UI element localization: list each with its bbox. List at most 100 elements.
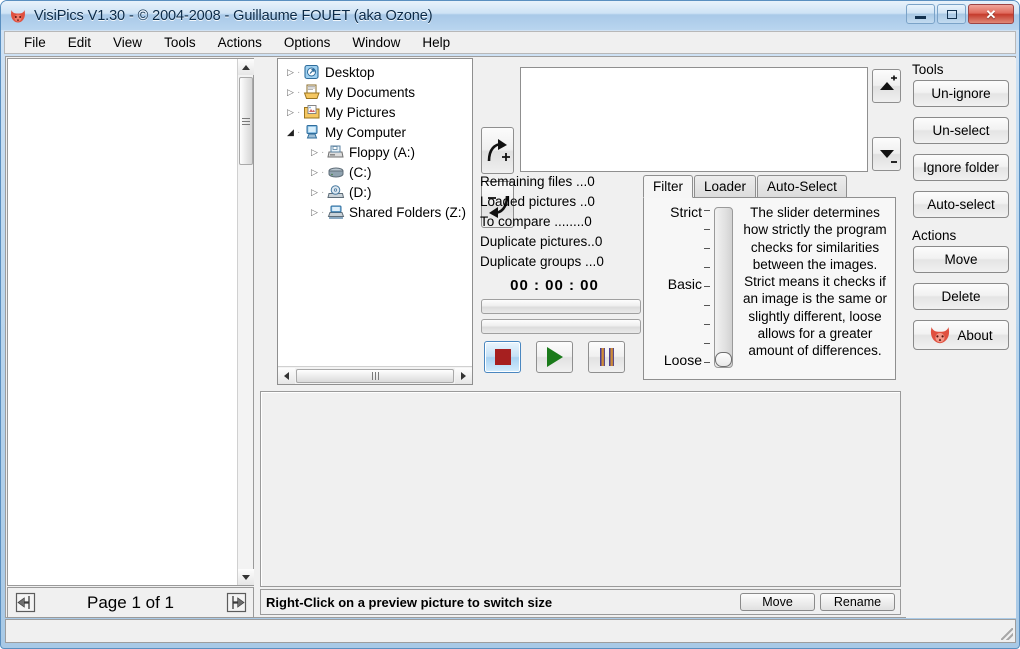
move-button[interactable]: Move [913, 246, 1009, 273]
stop-button[interactable] [484, 341, 521, 373]
tools-sidebar: Tools Un-ignore Un-select Ignore folder … [906, 58, 1016, 618]
tree-node-label: Desktop [325, 64, 375, 80]
counter-label: Remaining files ... [480, 174, 588, 189]
tree-node-label: (C:) [349, 164, 372, 180]
tree-node-label: My Computer [325, 124, 407, 140]
move-up-button[interactable] [872, 69, 901, 103]
close-button[interactable]: ✕ [968, 4, 1014, 24]
expander-collapsed-icon[interactable]: ▷ [308, 147, 321, 158]
play-icon [546, 347, 563, 367]
tab-filter[interactable]: Filter [643, 175, 693, 198]
resize-grip[interactable] [1001, 628, 1013, 640]
menu-item-actions[interactable]: Actions [207, 33, 273, 52]
preview-area[interactable] [260, 391, 901, 587]
expander-collapsed-icon[interactable]: ▷ [284, 67, 297, 78]
expander-collapsed-icon[interactable]: ▷ [284, 87, 297, 98]
ignore-folder-button[interactable]: Ignore folder [913, 154, 1009, 181]
tree-node-my-pictures[interactable]: ▷ · My Pictures [282, 102, 472, 122]
tree-node-drive-d[interactable]: ▷ · (D:) [282, 182, 472, 202]
results-scrollbar[interactable] [237, 59, 254, 585]
previous-page-icon[interactable] [14, 592, 36, 614]
folder-tree-horizontal-scrollbar[interactable] [278, 366, 472, 384]
pictures-icon [303, 104, 321, 120]
expander-collapsed-icon[interactable]: ▷ [284, 107, 297, 118]
about-button[interactable]: About [913, 320, 1009, 350]
status-move-button[interactable]: Move [740, 593, 815, 611]
menu-item-options[interactable]: Options [273, 33, 342, 52]
hard-drive-icon [327, 164, 345, 180]
folder-tree-panel: ▷ · Desktop ▷ · My Documents ▷ · My Pict… [277, 58, 473, 385]
menu-item-help[interactable]: Help [411, 33, 461, 52]
tree-node-label: My Documents [325, 84, 416, 100]
scroll-thumb[interactable] [239, 77, 253, 165]
play-button[interactable] [536, 341, 573, 373]
menu-item-file[interactable]: File [13, 33, 57, 52]
floppy-drive-icon [327, 144, 345, 160]
maximize-button[interactable] [937, 4, 966, 24]
counter-duplicate-pictures: Duplicate pictures..0 [480, 234, 635, 254]
tree-node-desktop[interactable]: ▷ · Desktop [282, 62, 472, 82]
expander-expanded-icon[interactable]: ◢ [284, 127, 297, 138]
tree-node-my-documents[interactable]: ▷ · My Documents [282, 82, 472, 102]
move-down-button[interactable] [872, 137, 901, 171]
tab-loader[interactable]: Loader [694, 175, 757, 198]
actions-group-label: Actions [912, 228, 957, 243]
expander-collapsed-icon[interactable]: ▷ [308, 167, 321, 178]
tree-node-my-computer[interactable]: ◢ · My Computer [282, 122, 472, 142]
counter-label: Duplicate groups ... [480, 254, 597, 269]
minimize-icon [915, 15, 926, 19]
counter-value: 0 [587, 194, 595, 209]
window-bottom-strip [5, 619, 1016, 643]
tab-strip: Filter Loader Auto-Select [643, 175, 848, 198]
expander-collapsed-icon[interactable]: ▷ [308, 207, 321, 218]
scroll-up-button[interactable] [238, 59, 254, 75]
counter-remaining-files: Remaining files ...0 [480, 174, 635, 194]
counter-value: 0 [587, 174, 595, 189]
menu-item-window[interactable]: Window [341, 33, 411, 52]
scroll-thumb[interactable] [296, 368, 454, 383]
tab-auto-select[interactable]: Auto-Select [757, 175, 847, 198]
counter-label: To compare ........ [480, 214, 585, 229]
counter-label: Duplicate pictures.. [480, 234, 595, 249]
folder-tree[interactable]: ▷ · Desktop ▷ · My Documents ▷ · My Pict… [278, 59, 472, 366]
un-select-button[interactable]: Un-select [913, 117, 1009, 144]
scroll-left-button[interactable] [278, 367, 295, 384]
chevron-left-icon [284, 371, 289, 380]
next-page-icon[interactable] [225, 592, 247, 614]
selected-folders-list[interactable] [520, 67, 868, 172]
pause-button[interactable] [588, 341, 625, 373]
close-icon: ✕ [985, 6, 997, 22]
strictness-slider[interactable] [714, 207, 733, 368]
scroll-right-button[interactable] [455, 367, 472, 384]
tree-node-drive-c[interactable]: ▷ · (C:) [282, 162, 472, 182]
fox-icon [9, 7, 27, 25]
add-folder-button[interactable] [481, 127, 514, 174]
about-button-label: About [957, 327, 993, 343]
auto-select-button[interactable]: Auto-select [913, 191, 1009, 218]
minimize-button[interactable] [906, 4, 935, 24]
tools-group-label: Tools [912, 62, 944, 77]
tree-node-shared-folders-z[interactable]: ▷ · Shared Folders (Z:) [282, 202, 472, 222]
slider-label-strict: Strict [670, 204, 702, 220]
status-message: Right-Click on a preview picture to swit… [266, 594, 553, 610]
expander-collapsed-icon[interactable]: ▷ [308, 187, 321, 198]
menu-item-tools[interactable]: Tools [153, 33, 207, 52]
status-rename-button[interactable]: Rename [820, 593, 895, 611]
tree-node-floppy-a[interactable]: ▷ · Floppy (A:) [282, 142, 472, 162]
menu-item-view[interactable]: View [102, 33, 153, 52]
pause-icon [599, 348, 614, 366]
grip-icon [371, 371, 379, 380]
chevron-right-icon [461, 371, 466, 380]
un-ignore-button[interactable]: Un-ignore [913, 80, 1009, 107]
chevron-down-icon [242, 574, 250, 580]
progress-bar-primary [481, 299, 641, 314]
transport-controls [484, 341, 625, 373]
results-list[interactable] [8, 59, 237, 585]
menu-item-edit[interactable]: Edit [57, 33, 102, 52]
slider-thumb[interactable] [715, 352, 732, 367]
tree-node-label: (D:) [349, 184, 372, 200]
scroll-down-button[interactable] [238, 569, 254, 585]
delete-button[interactable]: Delete [913, 283, 1009, 310]
slider-label-basic: Basic [667, 276, 702, 292]
window-controls: ✕ [906, 4, 1014, 24]
